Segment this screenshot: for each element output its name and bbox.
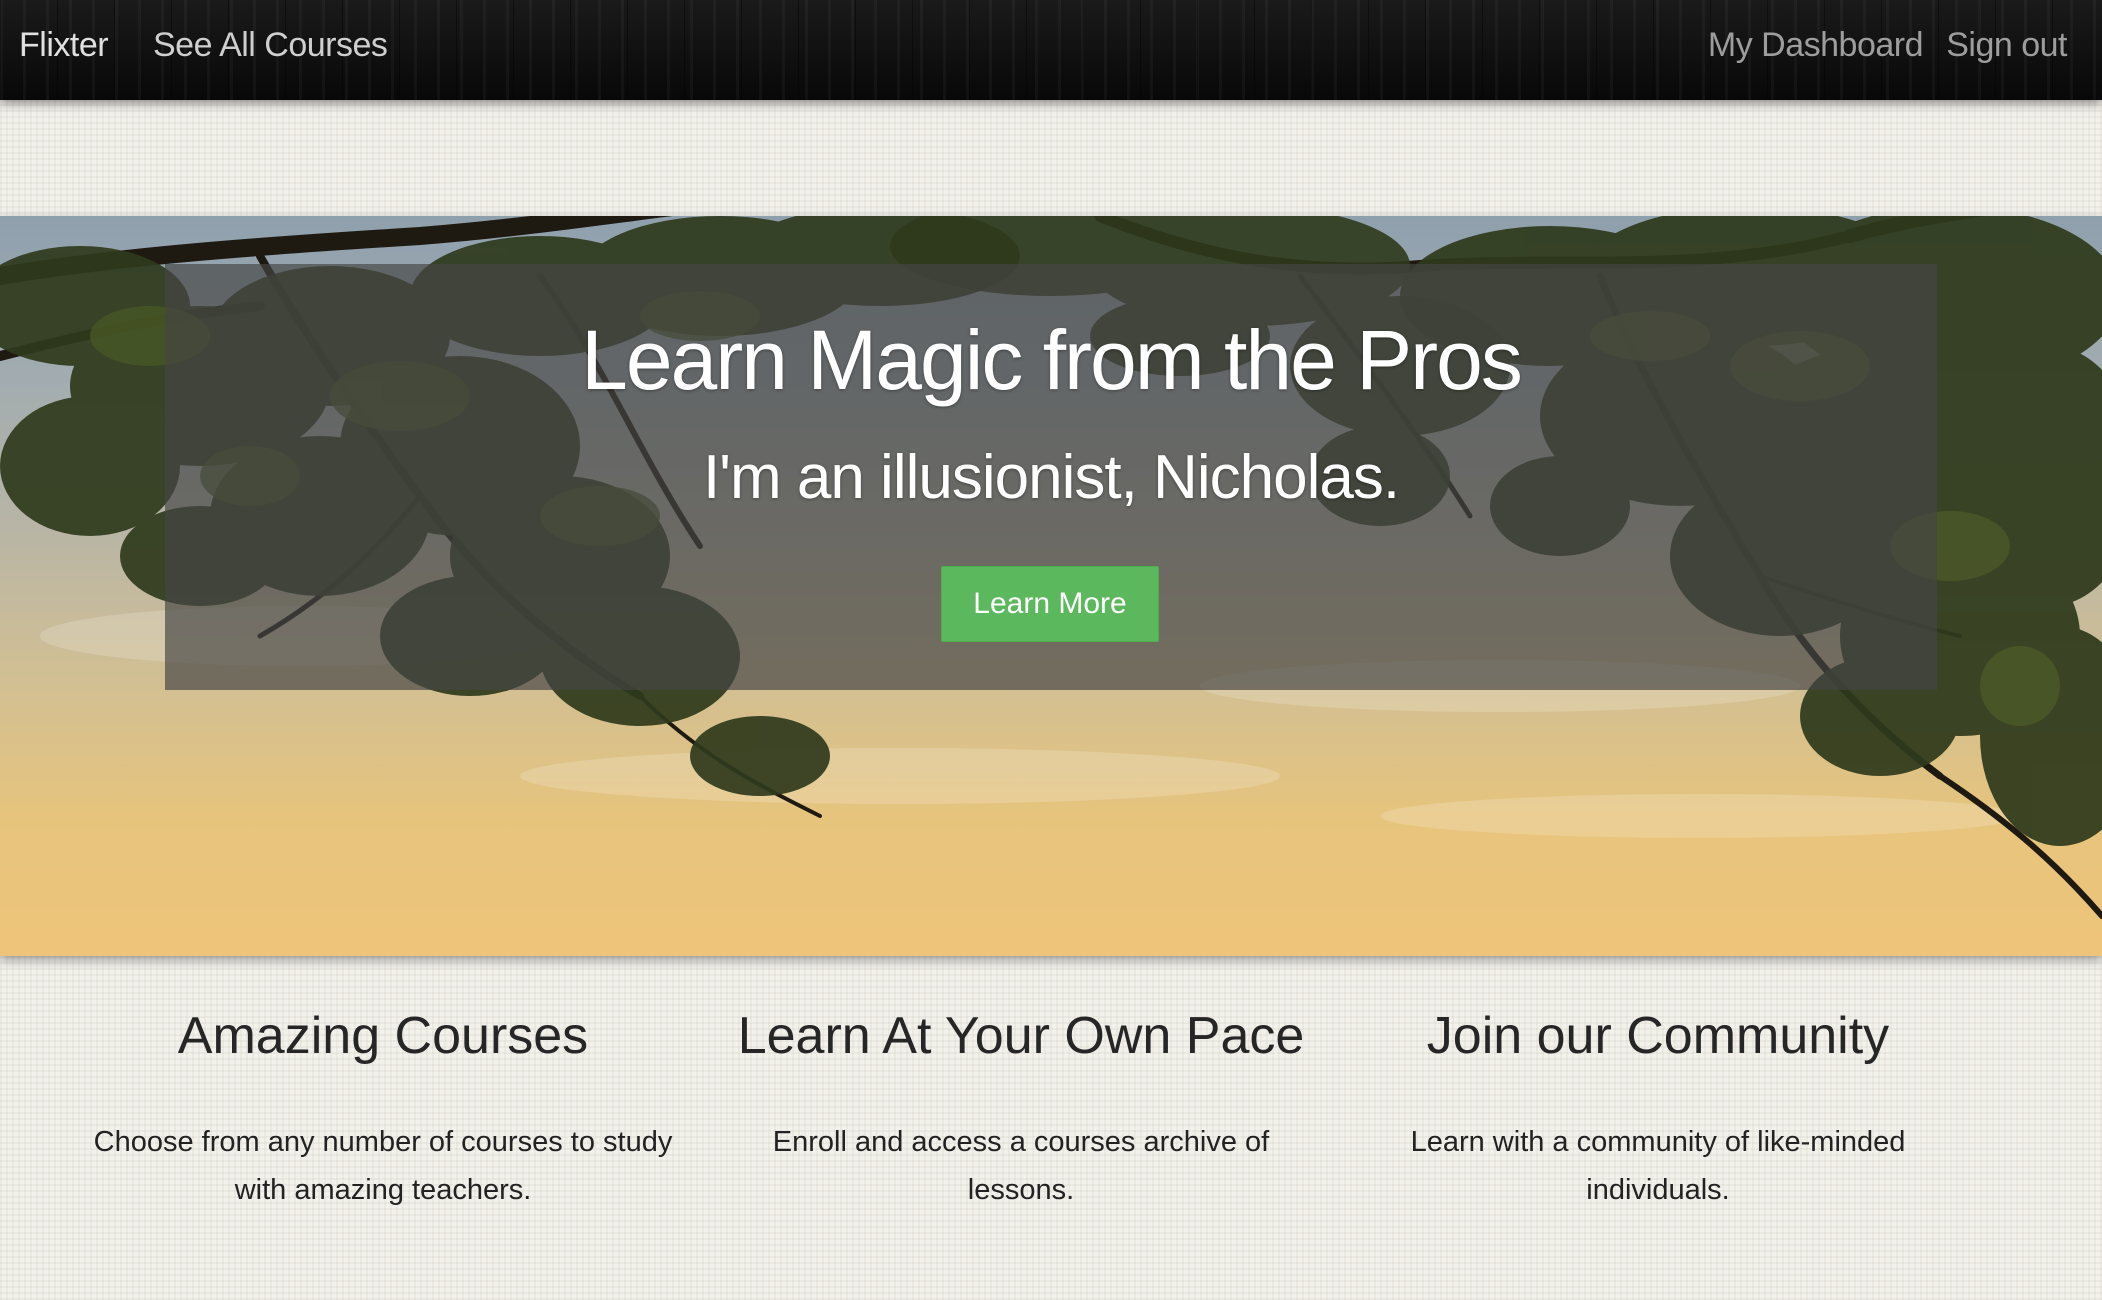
feature-text: Enroll and access a courses archive of l…: [772, 1126, 1270, 1206]
feature-text: Choose from any number of courses to stu…: [93, 1126, 673, 1206]
hero-subtitle: I'm an illusionist, Nicholas.: [702, 443, 1400, 512]
feature-heading: Join our Community: [1426, 1007, 1890, 1065]
learn-more-button[interactable]: Learn More: [941, 566, 1159, 642]
see-all-courses-link[interactable]: See All Courses: [153, 22, 388, 68]
hero-jumbotron: Learn Magic from the Pros I'm an illusio…: [165, 264, 1937, 690]
hero-banner: Learn Magic from the Pros I'm an illusio…: [0, 216, 2102, 956]
feature-heading: Learn At Your Own Pace: [737, 1007, 1305, 1065]
top-navbar: Flixter See All Courses My Dashboard Sig…: [0, 0, 2102, 100]
feature-amazing-courses: Amazing Courses Choose from any number o…: [83, 1000, 683, 1214]
my-dashboard-link[interactable]: My Dashboard: [1708, 22, 1924, 68]
feature-own-pace: Learn At Your Own Pace Enroll and access…: [721, 1000, 1321, 1214]
feature-heading: Amazing Courses: [177, 1007, 589, 1065]
feature-text: Learn with a community of like-minded in…: [1410, 1126, 1906, 1206]
sign-out-link[interactable]: Sign out: [1946, 22, 2067, 68]
brand-logo-link[interactable]: Flixter: [19, 22, 109, 68]
hero-title: Learn Magic from the Pros: [581, 313, 1523, 407]
feature-community: Join our Community Learn with a communit…: [1358, 1000, 1958, 1214]
